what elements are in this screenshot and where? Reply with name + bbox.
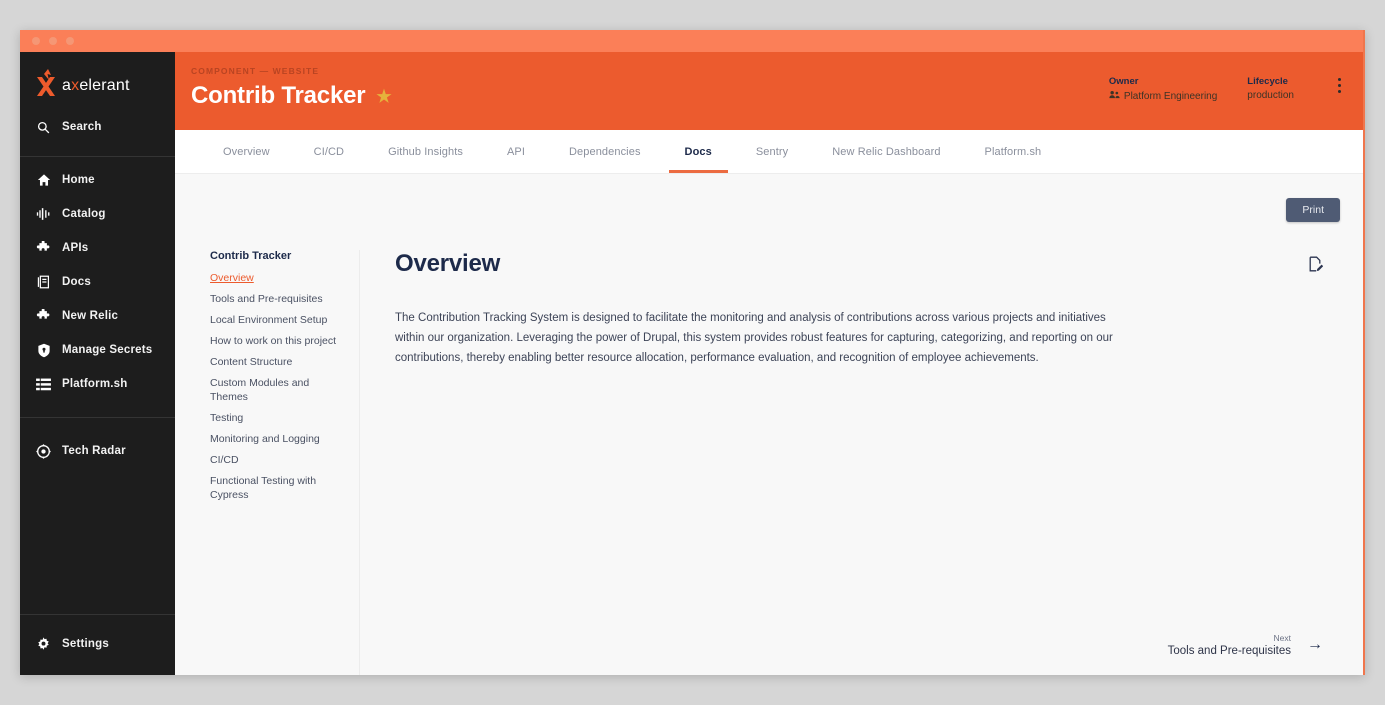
sidebar-item-tech-radar[interactable]: Tech Radar — [20, 434, 175, 468]
docs-layout: Contrib Tracker Overview Tools and Pre-r… — [175, 174, 1363, 675]
toc-item-custom-modules-and-themes[interactable]: Custom Modules and Themes — [210, 376, 345, 404]
tab-sentry[interactable]: Sentry — [734, 130, 810, 173]
entity-tabs: Overview CI/CD Github Insights API Depen… — [175, 130, 1363, 174]
owner-meta: Owner Platform Engineering — [1109, 76, 1217, 102]
tab-new-relic-dashboard[interactable]: New Relic Dashboard — [810, 130, 962, 173]
toc-item-cicd[interactable]: CI/CD — [210, 453, 345, 467]
window-close-button[interactable] — [32, 37, 40, 45]
gear-icon — [36, 636, 51, 652]
sidebar-item-platform-sh[interactable]: Platform.sh — [20, 367, 175, 401]
group-icon — [1109, 90, 1120, 102]
catalog-icon — [36, 207, 51, 222]
app-logo[interactable]: axelerant — [20, 52, 175, 110]
toc-item-functional-testing-with-cypress[interactable]: Functional Testing with Cypress — [210, 474, 345, 502]
sidebar-item-label: Platform.sh — [62, 378, 128, 390]
owner-label: Owner — [1108, 76, 1139, 87]
toc-item-overview[interactable]: Overview — [210, 271, 345, 285]
page-title-text: Contrib Tracker — [191, 82, 366, 109]
tab-overview[interactable]: Overview — [201, 130, 292, 173]
sidebar-item-home[interactable]: Home — [20, 163, 175, 197]
page-title: Contrib Tracker ★ — [191, 82, 1109, 110]
docs-content: Print Contrib Tracker Overview Tools and… — [175, 174, 1363, 675]
tab-platform-sh[interactable]: Platform.sh — [963, 130, 1064, 173]
tab-api[interactable]: API — [485, 130, 547, 173]
puzzle-icon — [36, 308, 51, 324]
docs-heading-row: Overview — [395, 250, 1324, 278]
app-window: axelerant Search Home Catalog APIs Docs … — [20, 30, 1365, 675]
docs-icon — [36, 275, 51, 290]
tab-github-insights[interactable]: Github Insights — [366, 130, 485, 173]
lifecycle-value: production — [1247, 90, 1294, 101]
next-page-text: Next Tools and Pre-requisites — [1168, 633, 1291, 657]
search-icon — [36, 120, 51, 135]
window-maximize-button[interactable] — [66, 37, 74, 45]
next-page-link[interactable]: Next Tools and Pre-requisites → — [1168, 633, 1323, 657]
sidebar-item-label: APIs — [62, 242, 89, 254]
edit-document-icon[interactable] — [1309, 250, 1324, 277]
sidebar-divider — [20, 614, 175, 615]
sidebar-item-search[interactable]: Search — [20, 110, 175, 144]
sidebar-item-label: Home — [62, 174, 95, 186]
sidebar: axelerant Search Home Catalog APIs Docs … — [20, 52, 175, 675]
tab-docs[interactable]: Docs — [663, 130, 734, 173]
sidebar-item-label: Settings — [62, 638, 109, 650]
sidebar-divider — [20, 156, 175, 157]
lifecycle-meta: Lifecycle production — [1247, 76, 1294, 101]
home-icon — [36, 173, 51, 188]
sidebar-item-label: Docs — [62, 276, 91, 288]
toc-item-monitoring-and-logging[interactable]: Monitoring and Logging — [210, 432, 345, 446]
shield-icon — [36, 343, 51, 358]
entity-header-left: COMPONENT — WEBSITE Contrib Tracker ★ — [191, 66, 1109, 110]
owner-value[interactable]: Platform Engineering — [1109, 90, 1217, 102]
window-titlebar — [20, 30, 1363, 52]
toc-item-how-to-work-on-this-project[interactable]: How to work on this project — [210, 334, 345, 348]
sidebar-item-docs[interactable]: Docs — [20, 265, 175, 299]
kebab-menu-icon[interactable] — [1338, 76, 1341, 93]
favorite-star-icon[interactable]: ★ — [376, 88, 391, 105]
window-minimize-button[interactable] — [49, 37, 57, 45]
app-logo-text: axelerant — [62, 76, 130, 94]
radar-icon — [36, 443, 51, 459]
sidebar-item-catalog[interactable]: Catalog — [20, 197, 175, 231]
sidebar-item-label: Search — [62, 121, 102, 133]
breadcrumb: COMPONENT — WEBSITE — [191, 66, 320, 76]
lifecycle-label: Lifecycle — [1247, 76, 1288, 87]
sidebar-item-label: New Relic — [62, 310, 119, 322]
toc-item-testing[interactable]: Testing — [210, 411, 345, 425]
sidebar-item-new-relic[interactable]: New Relic — [20, 299, 175, 333]
toc-item-local-environment-setup[interactable]: Local Environment Setup — [210, 313, 345, 327]
toc-item-tools-and-pre-requisites[interactable]: Tools and Pre-requisites — [210, 292, 345, 306]
docs-paragraph: The Contribution Tracking System is desi… — [395, 312, 1113, 364]
next-label: Next — [1273, 633, 1291, 643]
next-title: Tools and Pre-requisites — [1167, 645, 1291, 657]
print-button[interactable]: Print — [1286, 198, 1340, 222]
main-pane: COMPONENT — WEBSITE Contrib Tracker ★ Ow… — [175, 52, 1363, 675]
entity-header-meta: Owner Platform Engineering Lifecycle pro… — [1109, 66, 1341, 102]
sidebar-item-manage-secrets[interactable]: Manage Secrets — [20, 333, 175, 367]
toc-title: Contrib Tracker — [210, 250, 292, 262]
sidebar-divider — [20, 417, 175, 418]
puzzle-icon — [36, 240, 51, 256]
tab-dependencies[interactable]: Dependencies — [547, 130, 663, 173]
docs-article: Overview The Contribution Tracking Syste… — [360, 250, 1363, 675]
sidebar-item-label: Tech Radar — [62, 445, 126, 457]
sidebar-item-settings[interactable]: Settings — [20, 627, 175, 661]
sidebar-item-label: Manage Secrets — [62, 344, 153, 356]
axelerant-flame-icon — [34, 68, 60, 103]
docs-toc: Contrib Tracker Overview Tools and Pre-r… — [210, 250, 360, 675]
entity-header: COMPONENT — WEBSITE Contrib Tracker ★ Ow… — [175, 52, 1363, 130]
arrow-right-icon: → — [1307, 636, 1323, 653]
sidebar-item-apis[interactable]: APIs — [20, 231, 175, 265]
sidebar-item-label: Catalog — [62, 208, 106, 220]
docs-heading: Overview — [395, 250, 501, 277]
toc-item-content-structure[interactable]: Content Structure — [210, 355, 345, 369]
layers-icon — [36, 377, 51, 392]
tab-cicd[interactable]: CI/CD — [292, 130, 366, 173]
owner-name: Platform Engineering — [1123, 90, 1218, 102]
